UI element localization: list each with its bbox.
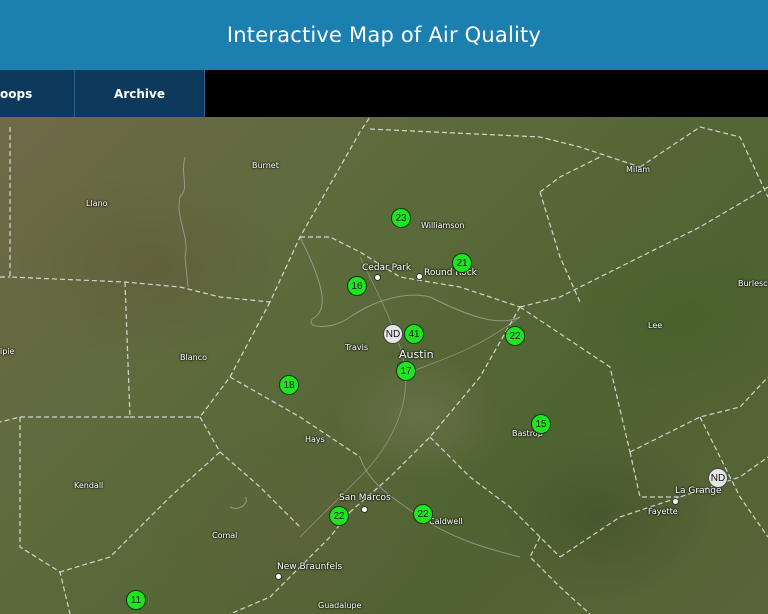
city-marker	[374, 274, 381, 281]
city-label: Cedar Park	[362, 263, 412, 273]
county-label: Travis	[345, 343, 369, 352]
city-marker	[416, 273, 423, 280]
city-label: Austin	[399, 348, 434, 361]
aqi-marker[interactable]: 22	[505, 326, 525, 346]
county-label: ipie	[0, 347, 15, 356]
county-label: Guadalupe	[318, 601, 362, 610]
county-label: Williamson	[421, 221, 465, 230]
county-label: Burnet	[252, 161, 279, 170]
county-label: Fayette	[648, 507, 678, 516]
county-label: Caldwell	[429, 517, 463, 526]
aqi-marker-no-data[interactable]: ND	[708, 468, 728, 488]
app-header: Interactive Map of Air Quality	[0, 0, 768, 70]
aqi-marker[interactable]: 41	[404, 324, 424, 344]
page-title: Interactive Map of Air Quality	[226, 23, 542, 47]
aqi-marker[interactable]: 22	[329, 506, 349, 526]
county-boundaries	[0, 117, 768, 614]
county-label: Milam	[626, 165, 651, 174]
city-label: New Braunfels	[277, 562, 343, 572]
county-label: Burlesc	[738, 279, 768, 288]
aqi-marker[interactable]: 21	[452, 253, 472, 273]
nav-tab-groups[interactable]: oops	[0, 70, 75, 117]
aqi-marker[interactable]: 16	[347, 276, 367, 296]
county-label: Llano	[86, 199, 108, 208]
county-label: Comal	[212, 531, 238, 540]
aqi-marker[interactable]: 18	[279, 375, 299, 395]
city-label: San Marcos	[339, 493, 391, 503]
aqi-marker[interactable]: 23	[391, 208, 411, 228]
city-marker	[275, 573, 282, 580]
aqi-marker[interactable]: 22	[413, 504, 433, 524]
city-marker	[672, 498, 679, 505]
county-label: Blanco	[180, 353, 207, 362]
nav-bar: oops Archive	[0, 70, 768, 117]
aqi-marker[interactable]: 15	[531, 414, 551, 434]
aqi-marker-no-data[interactable]: ND	[383, 324, 403, 344]
aqi-marker[interactable]: 17	[396, 361, 416, 381]
county-label: Kendall	[74, 481, 104, 490]
air-quality-map[interactable]: Burnet Llano Williamson Milam Burlesc Tr…	[0, 117, 768, 614]
city-marker	[361, 506, 368, 513]
aqi-marker[interactable]: 11	[126, 590, 146, 610]
nav-tab-archive[interactable]: Archive	[75, 70, 205, 117]
county-label: Lee	[648, 321, 663, 330]
county-label: Hays	[305, 435, 325, 444]
